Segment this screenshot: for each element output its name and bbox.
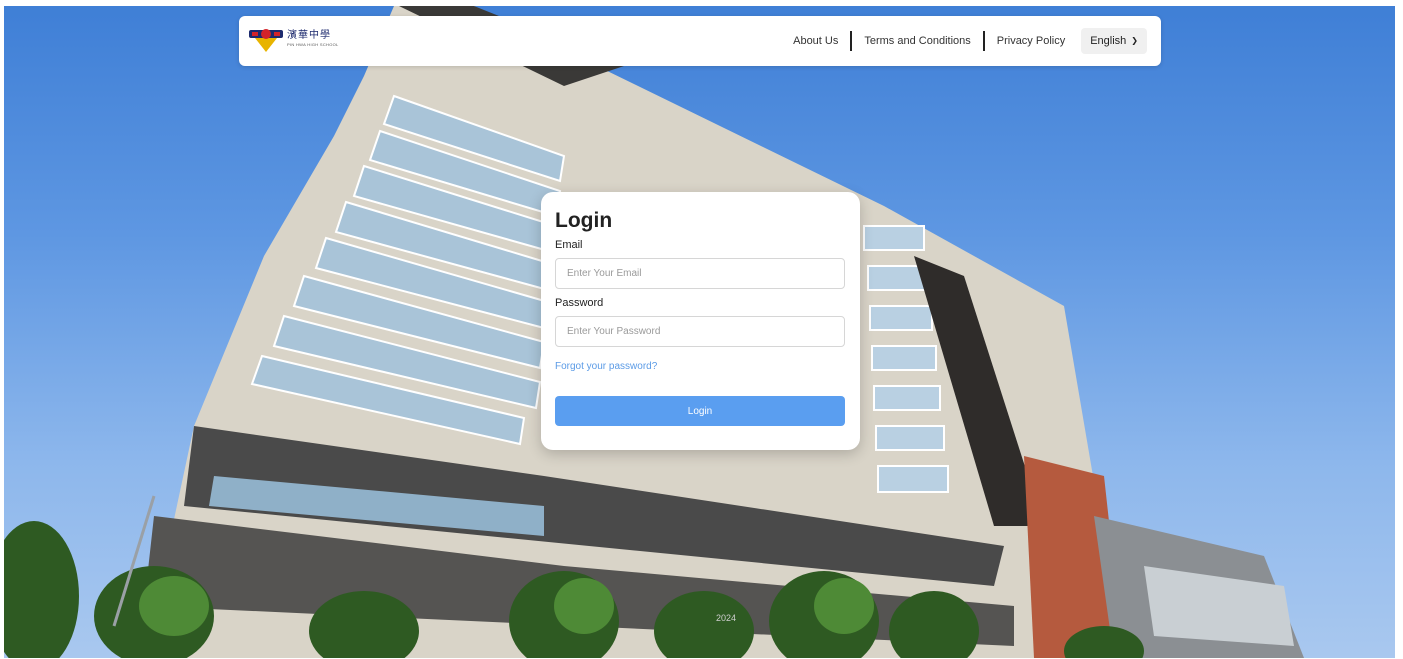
forgot-password-link[interactable]: Forgot your password? xyxy=(555,361,846,372)
password-field[interactable] xyxy=(555,316,845,347)
nav-links: About Us Terms and Conditions Privacy Po… xyxy=(781,16,1147,66)
login-card: Login Email Password Forgot your passwor… xyxy=(541,192,860,450)
school-name-english: PIN HWA HIGH SCHOOL xyxy=(287,42,339,47)
email-field[interactable] xyxy=(555,258,845,289)
nav-about-us-link[interactable]: About Us xyxy=(781,35,850,47)
email-label: Email xyxy=(555,239,583,251)
school-logo[interactable]: 濱華中學 PIN HWA HIGH SCHOOL xyxy=(249,26,339,52)
nav-terms-link[interactable]: Terms and Conditions xyxy=(852,35,982,47)
school-name-chinese: 濱華中學 xyxy=(287,30,331,41)
chevron-down-icon: ❯ xyxy=(1131,35,1138,45)
nav-privacy-link[interactable]: Privacy Policy xyxy=(985,35,1077,47)
language-value: English xyxy=(1090,35,1127,47)
login-button[interactable]: Login xyxy=(555,396,845,426)
school-logo-icon xyxy=(249,29,283,52)
login-title: Login xyxy=(555,209,613,232)
password-label: Password xyxy=(555,297,604,309)
top-navbar: 濱華中學 PIN HWA HIGH SCHOOL About Us Terms … xyxy=(239,16,1161,66)
language-select[interactable]: English ❯ xyxy=(1081,28,1147,54)
copyright-year: 2024 xyxy=(716,613,737,623)
